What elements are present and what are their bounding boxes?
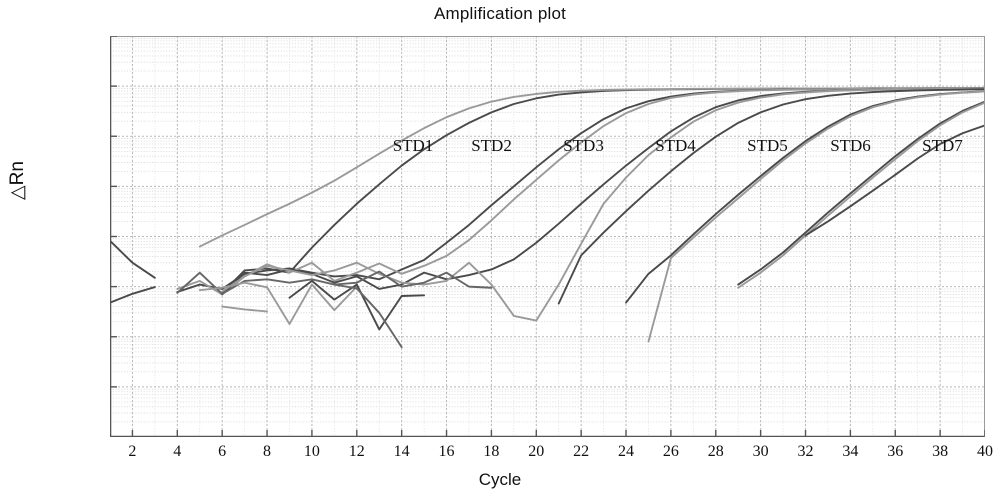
plot-area	[110, 36, 985, 437]
series-annotation-std3: STD3	[563, 135, 604, 155]
series-annotation-std1: STD1	[392, 135, 434, 155]
series-annotation-std6: STD6	[830, 135, 871, 155]
series-annotation-std4: STD4	[655, 135, 696, 155]
x-axis-label: Cycle	[478, 470, 522, 489]
plot-svg	[110, 36, 985, 437]
amplification-plot-figure: Amplification plot △Rn Cycle 1001010.10.…	[0, 0, 1000, 503]
y-axis-label: △Rn	[7, 161, 28, 200]
x-tick-label: 40	[977, 443, 993, 460]
chart-title: Amplification plot	[433, 4, 567, 23]
series-annotation-std2: STD2	[471, 135, 512, 155]
series-annotation-std7: STD7	[922, 135, 963, 155]
series-annotation-std5: STD5	[747, 135, 788, 155]
x-axis-ticks: 2 4 6 8 10 12 14 16 18 20 22 24 26 28 30 32 34 36 38 40	[110, 437, 993, 467]
